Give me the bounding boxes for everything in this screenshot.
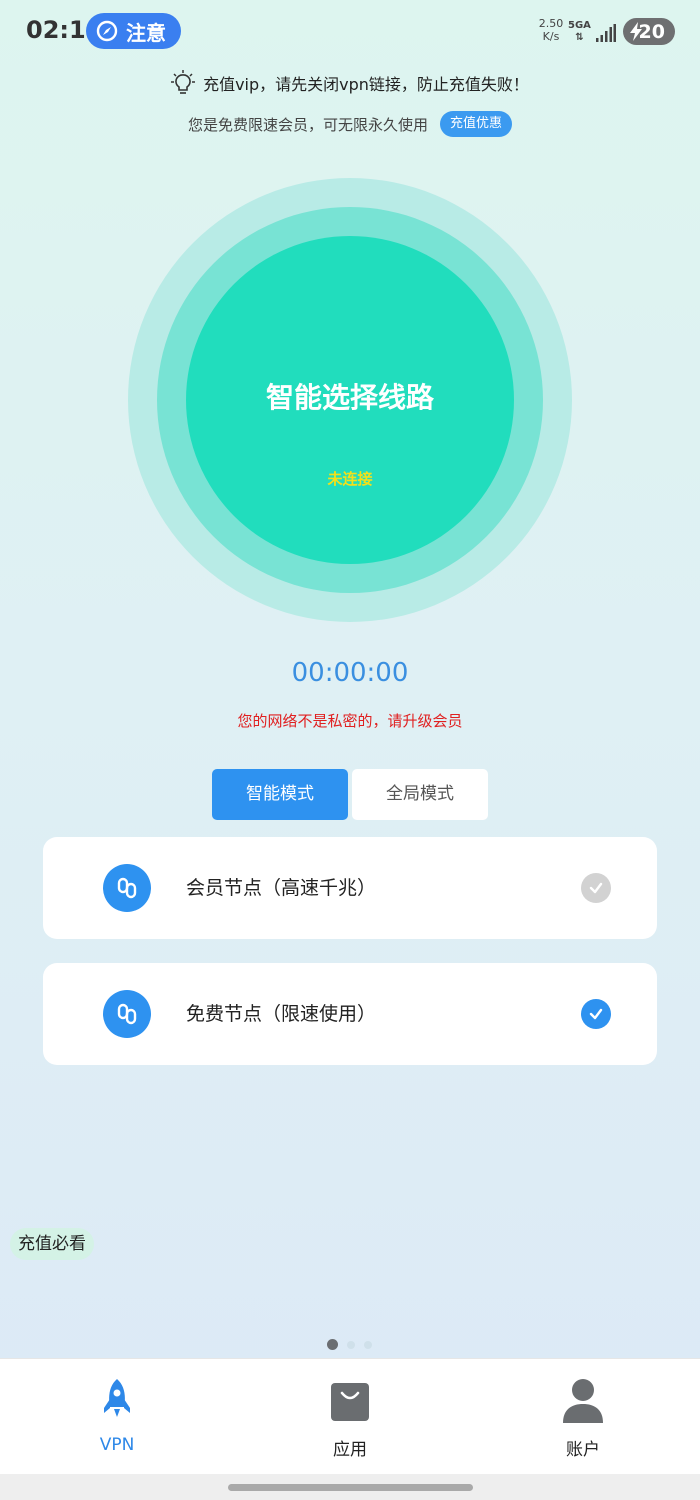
link-icon bbox=[103, 864, 151, 912]
recharge-offer-button[interactable]: 充值优惠 bbox=[440, 111, 513, 137]
nav-vpn-label: VPN bbox=[99, 1435, 135, 1455]
nav-account[interactable]: 账户 bbox=[513, 1359, 653, 1475]
charging-bolt-icon bbox=[630, 22, 642, 41]
recharge-must-read-button[interactable]: 充值必看 bbox=[10, 1228, 94, 1260]
lightbulb-icon bbox=[171, 70, 196, 94]
signal-icon bbox=[596, 24, 616, 42]
page-indicator bbox=[327, 1339, 381, 1350]
link-icon bbox=[103, 990, 151, 1038]
vpn-warning-tip: 充值vip，请先关闭vpn链接，防止充值失败！ bbox=[0, 68, 700, 98]
nav-apps-label: 应用 bbox=[333, 1440, 367, 1460]
link-glyph bbox=[117, 877, 137, 899]
connection-status: 未连接 bbox=[327, 470, 373, 488]
global-mode-tab[interactable]: 全局模式 bbox=[352, 769, 488, 820]
speed-unit: K/s bbox=[542, 30, 560, 43]
smart-mode-tab[interactable]: 智能模式 bbox=[212, 769, 348, 820]
privacy-warning: 您的网络不是私密的，请升级会员 bbox=[237, 712, 463, 730]
nav-account-label: 账户 bbox=[566, 1440, 600, 1460]
network-arrows-icon: ⇅ bbox=[575, 32, 584, 43]
network-speed: 2.50 K/s bbox=[538, 17, 564, 43]
vpn-warning-text: 充值vip，请先关闭vpn链接，防止充值失败！ bbox=[203, 75, 529, 94]
vip-node-card[interactable]: 会员节点（高速千兆） bbox=[43, 837, 657, 939]
link-glyph bbox=[117, 1003, 137, 1025]
network-type: 5GA ⇅ bbox=[568, 20, 591, 44]
rocket-icon bbox=[104, 1379, 130, 1417]
check-icon[interactable] bbox=[581, 873, 611, 903]
notice-badge[interactable]: 注意 bbox=[86, 13, 181, 49]
status-bar: 02:10 注意 2.50 K/s 5GA ⇅ 20 bbox=[0, 0, 700, 64]
shopping-bag-icon bbox=[331, 1383, 369, 1421]
route-select-title: 智能选择线路 bbox=[265, 381, 434, 414]
free-node-label: 免费节点（限速使用） bbox=[186, 1003, 377, 1025]
member-info-text: 您是免费限速会员，可无限永久使用 bbox=[187, 115, 428, 134]
free-node-card[interactable]: 免费节点（限速使用） bbox=[43, 963, 657, 1065]
member-info-tip: 您是免费限速会员，可无限永久使用 充值优惠 bbox=[0, 110, 700, 138]
home-indicator[interactable] bbox=[228, 1484, 473, 1491]
page-dot bbox=[364, 1340, 372, 1349]
check-icon[interactable] bbox=[581, 999, 611, 1029]
nav-apps[interactable]: 应用 bbox=[280, 1359, 420, 1475]
notice-label: 注意 bbox=[126, 20, 166, 45]
home-bar-area bbox=[0, 1474, 700, 1500]
network-type-label: 5GA bbox=[568, 20, 591, 31]
page-dot-active bbox=[327, 1339, 338, 1350]
battery-indicator: 20 bbox=[623, 18, 675, 45]
bottom-nav: VPN 应用 账户 bbox=[0, 1358, 700, 1474]
vip-node-label: 会员节点（高速千兆） bbox=[186, 877, 377, 899]
connection-timer: 00:00:00 bbox=[291, 658, 409, 688]
nav-vpn[interactable]: VPN bbox=[47, 1359, 187, 1475]
compass-icon bbox=[96, 20, 118, 42]
user-icon bbox=[563, 1379, 603, 1423]
page-dot bbox=[347, 1340, 355, 1349]
speed-value: 2.50 bbox=[538, 17, 564, 30]
connect-button[interactable]: 智能选择线路 未连接 bbox=[186, 236, 514, 564]
